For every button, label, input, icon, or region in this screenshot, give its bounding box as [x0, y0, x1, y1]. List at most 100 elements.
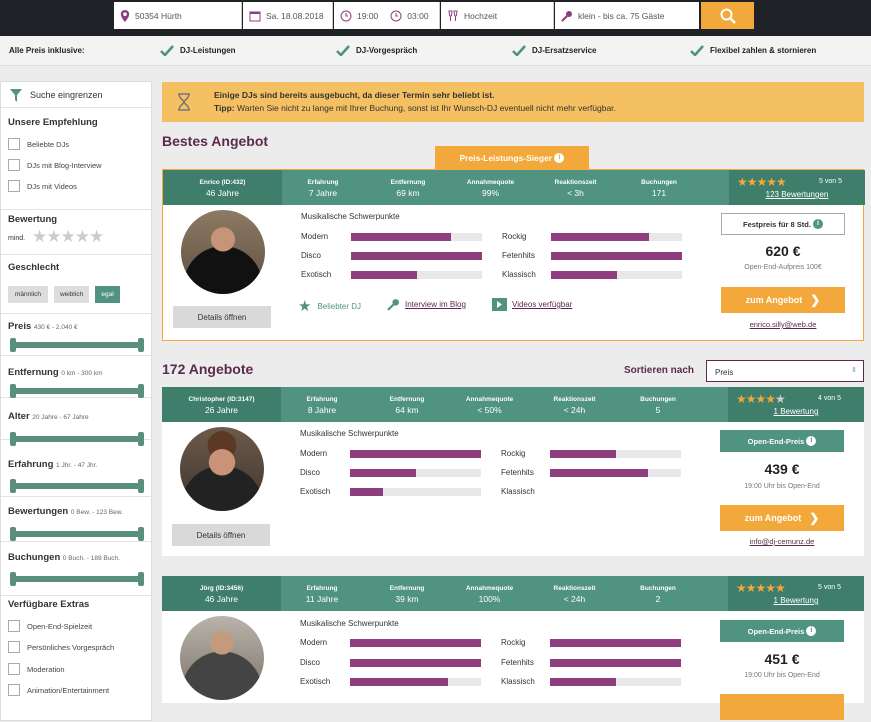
slider-handle-min[interactable]: [10, 338, 16, 352]
bookings-filter-title: Buchungen: [8, 552, 61, 563]
offer-button[interactable]: [720, 694, 844, 720]
genre-label: Modern: [301, 232, 329, 241]
price-subtext: Open-End-Aufpreis 100€: [744, 264, 822, 271]
experience-filter-title: Erfahrung: [8, 459, 54, 470]
checkbox-consultation[interactable]: Persönliches Vorgespräch: [8, 641, 114, 653]
reviews-slider[interactable]: [10, 527, 144, 541]
details-button[interactable]: Details öffnen: [172, 524, 270, 546]
time-field[interactable]: 19:00 03:00: [334, 2, 440, 29]
acceptance-label: Annahmequote: [465, 396, 514, 403]
genre-bar: [351, 252, 482, 260]
genre-label: Fetenhits: [501, 468, 534, 477]
checkbox-blog[interactable]: DJs mit Blog-Interview: [8, 159, 102, 171]
genre-bar: [551, 233, 682, 241]
price-value: 439 €: [764, 461, 800, 477]
size-field[interactable]: klein - bis ca. 75 Gäste: [555, 2, 699, 29]
distance-label: Entfernung: [389, 396, 425, 403]
reviews-link[interactable]: 123 Bewertungen: [729, 190, 865, 199]
offer-button[interactable]: zum Angebot ❯: [720, 505, 844, 531]
genre-label: Exotisch: [300, 487, 331, 496]
slider-handle-min[interactable]: [10, 572, 16, 586]
slider-handle-min[interactable]: [10, 527, 16, 541]
genre-label: Klassisch: [501, 487, 535, 496]
event-field[interactable]: Hochzeit: [441, 2, 554, 29]
sort-select[interactable]: Preis ⇕: [706, 360, 864, 382]
slider-handle-max[interactable]: [138, 384, 144, 398]
offers-count-heading: 172 Angebote: [162, 361, 254, 377]
experience-label: Erfahrung: [307, 179, 339, 186]
age-filter-range: 20 Jahre - 67 Jahre: [32, 414, 89, 421]
slider-handle-max[interactable]: [138, 527, 144, 541]
bookings-label: Buchungen: [641, 179, 677, 186]
details-button[interactable]: Details öffnen: [173, 306, 271, 328]
dj-name-block: Enrico (ID:432) 46 Jahre: [163, 170, 282, 205]
extras-section: Verfügbare Extras Open-End-Spielzeit Per…: [1, 596, 153, 722]
dj-email[interactable]: info@dj-cemunz.de: [720, 537, 844, 546]
checkbox-animation[interactable]: Animation/Entertainment: [8, 684, 109, 696]
experience-slider[interactable]: [10, 479, 144, 493]
reviews-filter-range: 0 Bew. - 123 Bew.: [70, 509, 123, 516]
rating-stars: ★★★★★: [736, 392, 786, 406]
experience-filter: Erfahrung 1 Jhr. - 47 Jhr.: [1, 440, 153, 497]
offer-button[interactable]: zum Angebot ❯: [721, 287, 845, 313]
inclusive-item: DJ-Leistungen: [160, 45, 236, 56]
genre-label: Fetenhits: [501, 658, 534, 667]
feature-blog-link[interactable]: Interview im Blog: [387, 298, 466, 311]
rating-section: Bewertung mind. ★★★★★: [1, 210, 153, 255]
bookings-slider[interactable]: [10, 572, 144, 586]
genre-label: Rockig: [501, 638, 526, 647]
availability-banner: Einige DJs sind bereits ausgebucht, da d…: [162, 82, 864, 122]
date-field[interactable]: Sa. 18.08.2018: [243, 2, 333, 29]
genre-bar: [550, 450, 681, 458]
reviews-link[interactable]: 1 Bewertung: [728, 596, 864, 605]
recommend-section: Unsere Empfehlung Beliebte DJs DJs mit B…: [1, 108, 153, 210]
banner-tip-label: Tipp:: [214, 103, 235, 113]
reviews-link[interactable]: 1 Bewertung: [728, 407, 864, 416]
reaction-label: Reaktionszeit: [553, 585, 596, 592]
rating-filter-stars[interactable]: ★★★★★: [32, 227, 104, 247]
dj-card: Christopher (ID:3147) 26 Jahre Erfahrung 8…: [162, 387, 864, 556]
checkbox-popular[interactable]: Beliebte DJs: [8, 138, 69, 150]
age-filter-title: Alter: [8, 411, 30, 422]
checkbox-videos[interactable]: DJs mit Videos: [8, 180, 77, 192]
slider-handle-min[interactable]: [10, 384, 16, 398]
location-field[interactable]: 50354 Hürth: [114, 2, 242, 29]
slider-handle-max[interactable]: [138, 572, 144, 586]
experience-value: 11 Jahre: [305, 594, 339, 604]
slider-handle-min[interactable]: [10, 479, 16, 493]
slider-handle-max[interactable]: [138, 479, 144, 493]
dj-email[interactable]: enrico.silly@web.de: [721, 320, 845, 329]
distance-slider[interactable]: [10, 384, 144, 398]
microphone-icon: [387, 299, 399, 311]
feature-videos-link[interactable]: Videos verfügbar: [492, 298, 572, 311]
reaction-label: Reaktionszeit: [554, 179, 597, 186]
inclusive-item: DJ-Ersatzservice: [512, 45, 596, 56]
search-bar: 50354 Hürth Sa. 18.08.2018 19:00 03:00 H…: [0, 0, 871, 36]
star-icon: ★: [298, 298, 312, 315]
genre-bar: [350, 469, 481, 477]
experience-value: 7 Jahre: [308, 188, 338, 198]
filter-sidebar: Suche eingrenzen Unsere Empfehlung Belie…: [0, 81, 153, 722]
slider-handle-max[interactable]: [138, 338, 144, 352]
bookings-value: 5: [655, 405, 661, 415]
genre-label: Disco: [301, 251, 322, 260]
price-subtext: 19:00 Uhr bis Open-End: [744, 672, 820, 679]
price-slider[interactable]: [10, 338, 144, 352]
location-pin-icon: [120, 9, 130, 22]
filter-header[interactable]: Suche eingrenzen: [1, 82, 153, 108]
gender-male-button[interactable]: männlich: [8, 286, 48, 303]
film-icon: [492, 298, 507, 311]
acceptance-label: Annahmequote: [466, 179, 515, 186]
dj-id: (ID:3456): [215, 585, 244, 592]
checkbox-moderation[interactable]: Moderation: [8, 663, 65, 675]
search-button[interactable]: [701, 2, 754, 29]
price-filter: Preis 430 € - 2.040 €: [1, 314, 153, 356]
reaction-label: Reaktionszeit: [553, 396, 596, 403]
info-icon: i: [806, 626, 817, 636]
dj-id: (ID:3147): [227, 396, 255, 403]
gender-any-button[interactable]: egal: [95, 286, 120, 303]
distance-filter-range: 0 km - 300 km: [61, 370, 103, 377]
rating-block: ★★★★★ 5 von 5 1 Bewertung: [728, 576, 864, 611]
gender-female-button[interactable]: weiblich: [54, 286, 89, 303]
checkbox-open-end[interactable]: Open-End-Spielzeit: [8, 620, 92, 632]
